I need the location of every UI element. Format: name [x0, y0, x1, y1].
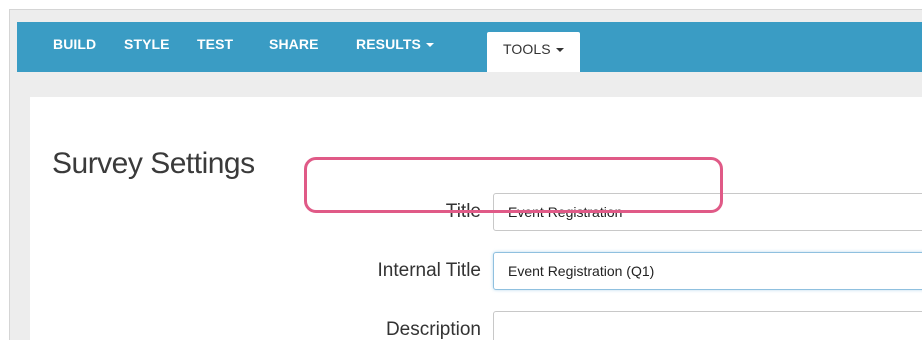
nav-tools[interactable]: TOOLS [487, 32, 580, 72]
settings-panel: Survey Settings Title Internal Title Des… [30, 97, 922, 340]
chevron-down-icon [426, 43, 434, 47]
title-input[interactable] [493, 193, 922, 231]
nav-test[interactable]: TEST [197, 22, 233, 72]
chevron-down-icon [555, 48, 564, 52]
nav-tools-label: TOOLS [503, 41, 551, 57]
description-input[interactable] [493, 311, 922, 340]
nav-results[interactable]: RESULTS [356, 22, 434, 72]
app-frame: BUILD STYLE TEST SHARE RESULTS TOOLS Sur… [9, 9, 922, 340]
description-label: Description [385, 319, 481, 340]
nav-share[interactable]: SHARE [269, 22, 319, 72]
top-navbar: BUILD STYLE TEST SHARE RESULTS TOOLS [17, 22, 922, 72]
nav-build[interactable]: BUILD [53, 22, 96, 72]
title-label: Title [445, 201, 481, 222]
internal-title-label: Internal Title [377, 260, 482, 281]
internal-title-input[interactable] [493, 252, 922, 290]
nav-results-label: RESULTS [356, 36, 421, 52]
page-title: Survey Settings [52, 147, 255, 180]
nav-style[interactable]: STYLE [124, 22, 170, 72]
